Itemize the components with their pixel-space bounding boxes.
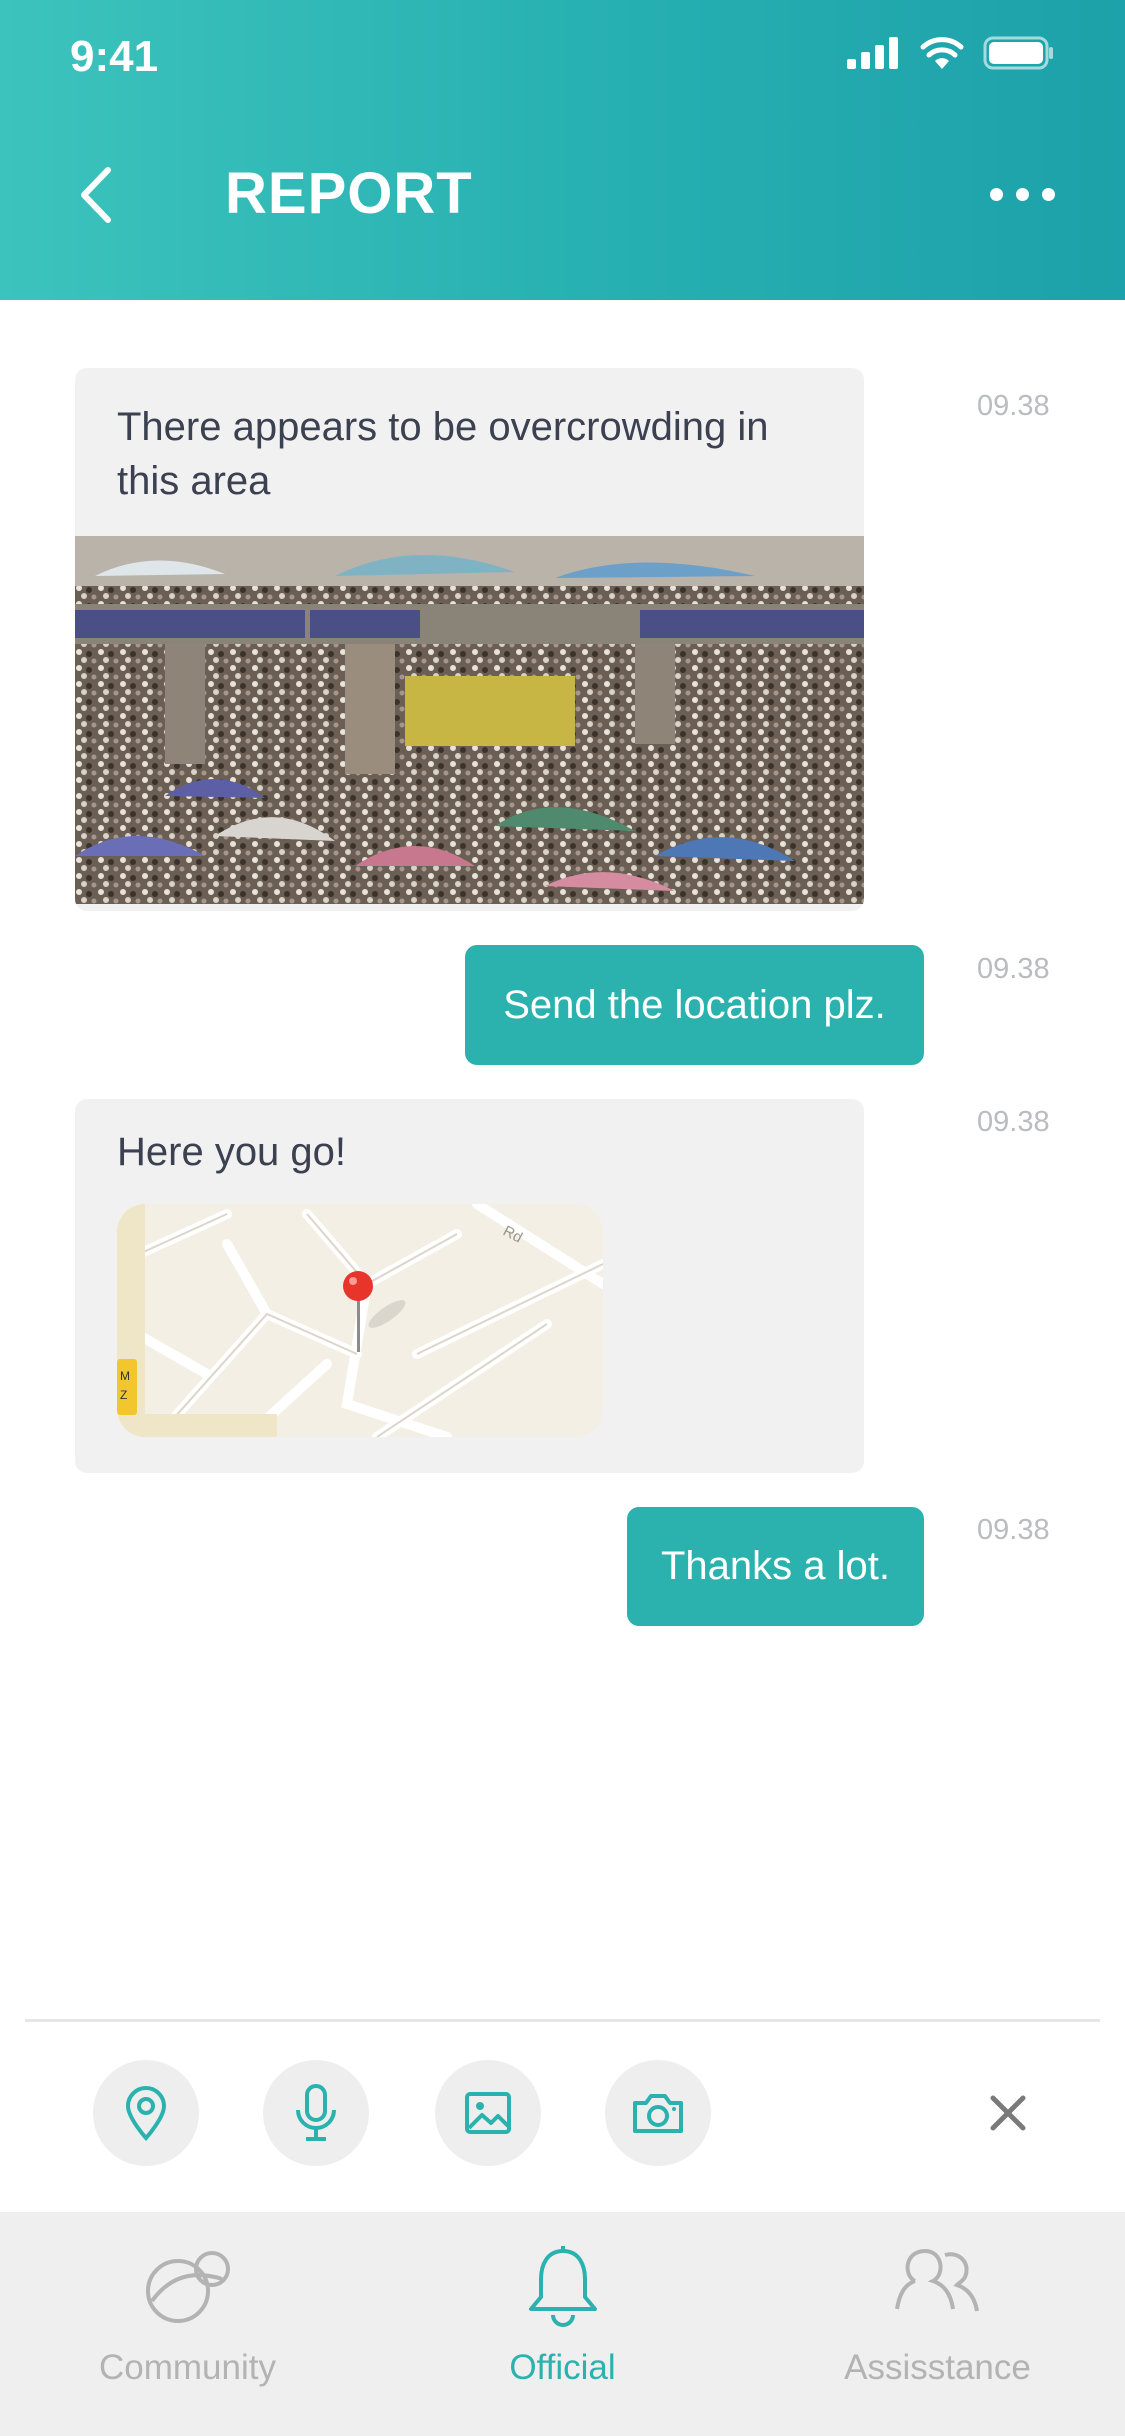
tab-assistance[interactable]: Assisstance — [750, 2212, 1125, 2436]
microphone-icon — [296, 2084, 336, 2141]
tab-label: Official — [509, 2348, 616, 2387]
svg-text:M: M — [120, 1369, 130, 1383]
send-image-button[interactable] — [435, 2060, 541, 2166]
people-icon — [894, 2248, 979, 2312]
page-title: REPORT — [225, 161, 473, 226]
location-pin-icon — [125, 2086, 167, 2141]
camera-icon — [633, 2094, 683, 2133]
message-time: 09.38 — [977, 953, 1050, 985]
wifi-icon — [920, 37, 964, 69]
tab-official[interactable]: Official — [375, 2212, 750, 2436]
incoming-message[interactable]: There appears to be overcrowding in this… — [75, 368, 864, 911]
status-icons — [847, 36, 1055, 70]
app-header: 9:41 REPORT — [0, 0, 1125, 300]
tab-label: Community — [99, 2348, 276, 2387]
composer-divider — [25, 2019, 1100, 2022]
camera-button[interactable] — [605, 2060, 711, 2166]
status-time: 9:41 — [70, 32, 159, 81]
tab-label: Assisstance — [844, 2348, 1031, 2387]
back-chevron-icon[interactable] — [70, 160, 130, 230]
message-text: Thanks a lot. — [660, 1544, 890, 1588]
message-text: Here you go! — [117, 1130, 347, 1174]
svg-text:Z: Z — [120, 1388, 127, 1402]
message-text: Send the location plz. — [503, 982, 886, 1027]
tab-bar: Community Official Assisstance — [0, 2212, 1125, 2436]
message-text: There appears to be overcrowding in this… — [117, 405, 769, 503]
crowd-photo[interactable] — [75, 536, 864, 904]
incoming-message[interactable]: Here you go! M Z Rd — [75, 1099, 864, 1473]
bell-icon — [528, 2246, 597, 2327]
share-location-button[interactable] — [93, 2060, 199, 2166]
more-options-button[interactable] — [990, 188, 1055, 201]
message-time: 09.38 — [977, 1514, 1050, 1546]
community-icon — [145, 2251, 230, 2323]
map-streets: M Z Rd — [117, 1204, 603, 1437]
message-time: 09.38 — [977, 1106, 1050, 1138]
message-time: 09.38 — [977, 390, 1050, 422]
location-map[interactable]: M Z Rd — [117, 1204, 603, 1437]
dot — [990, 188, 1003, 201]
outgoing-message[interactable]: Send the location plz. — [465, 945, 924, 1065]
tab-community[interactable]: Community — [0, 2212, 375, 2436]
close-icon[interactable] — [985, 2090, 1031, 2136]
dot — [1016, 188, 1029, 201]
voice-message-button[interactable] — [263, 2060, 369, 2166]
outgoing-message[interactable]: Thanks a lot. — [627, 1507, 924, 1626]
dot — [1042, 188, 1055, 201]
battery-icon — [983, 36, 1053, 70]
image-icon — [465, 2092, 511, 2134]
cellular-signal-icon — [847, 37, 898, 69]
